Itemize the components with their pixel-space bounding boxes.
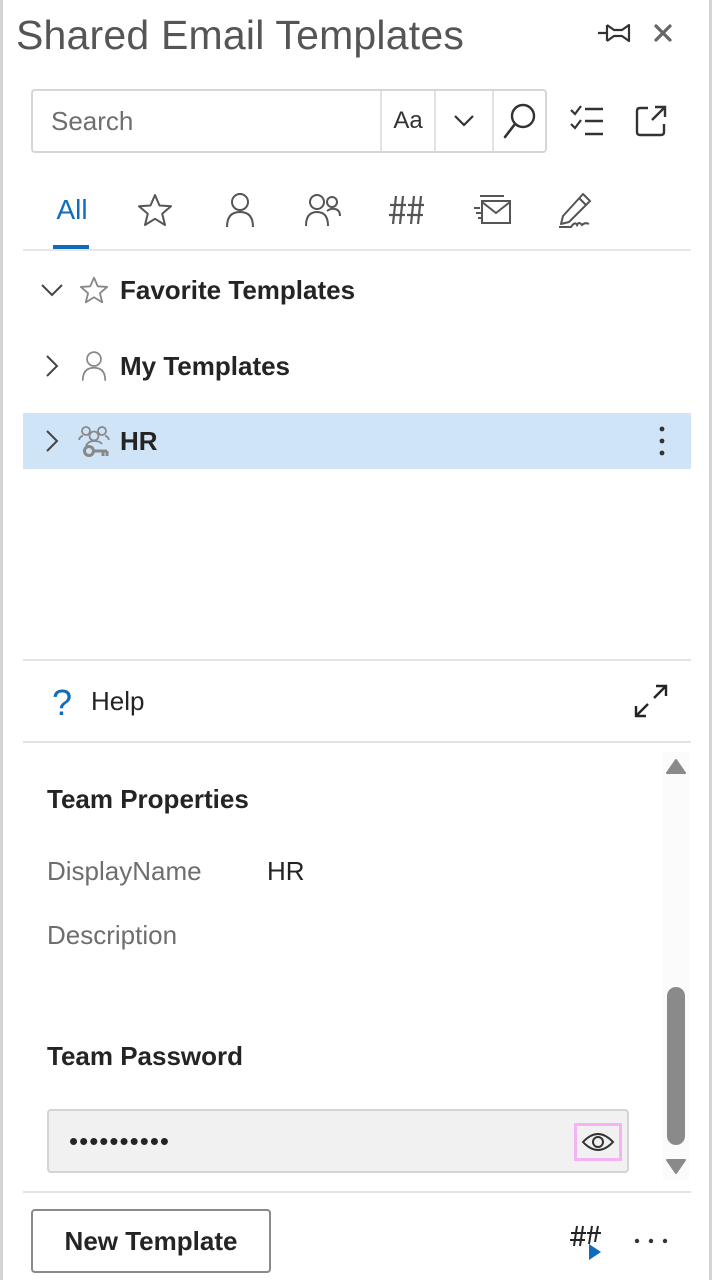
pin-icon	[598, 23, 631, 43]
displayname-label: DisplayName	[47, 856, 202, 886]
team-key-icon	[77, 424, 111, 458]
panel-left-border	[0, 0, 3, 1280]
tree-item-label: HR	[120, 425, 158, 456]
description-label: Description	[47, 920, 178, 950]
triangle-up-icon	[666, 759, 686, 774]
signature-icon	[559, 193, 591, 228]
chevron-down-icon	[41, 284, 63, 297]
panel-title: Shared Email Templates	[16, 12, 465, 58]
scroll-up-button[interactable]	[665, 758, 687, 776]
search-options-button[interactable]	[434, 91, 492, 151]
tab-macros[interactable]	[385, 182, 429, 238]
help-link[interactable]: Help	[91, 686, 144, 717]
tab-favorites[interactable]	[133, 182, 177, 238]
insert-macro-icon	[570, 1225, 601, 1260]
tab-my-templates[interactable]	[218, 182, 262, 238]
mail-send-icon	[474, 195, 511, 224]
tree-item-hr[interactable]: HR	[23, 413, 691, 469]
chevron-down-icon	[454, 115, 474, 127]
tab-all-label: All	[56, 194, 88, 225]
star-icon	[77, 273, 111, 307]
footer-divider	[23, 1191, 691, 1193]
multi-select-button[interactable]	[568, 104, 606, 138]
team-password-field[interactable]: ••••••••••	[47, 1109, 629, 1173]
chevron-right-icon	[46, 430, 59, 452]
more-horizontal-icon	[634, 1238, 668, 1244]
password-masked-value: ••••••••••	[69, 1126, 171, 1156]
tab-all[interactable]: All	[52, 182, 92, 238]
show-password-button[interactable]	[574, 1123, 622, 1161]
expand-button[interactable]	[634, 684, 668, 718]
displayname-value: HR	[267, 856, 305, 886]
close-icon	[654, 24, 672, 42]
search-icon	[503, 103, 535, 139]
expand-toggle[interactable]	[37, 426, 67, 456]
person-icon	[226, 193, 254, 228]
tab-send-templates[interactable]	[470, 182, 514, 238]
new-template-button[interactable]: New Template	[31, 1209, 271, 1273]
tab-signatures[interactable]	[554, 182, 598, 238]
search-box: Aa	[31, 89, 547, 153]
star-icon	[138, 194, 172, 226]
help-divider-bottom	[23, 741, 691, 743]
scrollbar-thumb[interactable]	[667, 987, 685, 1145]
macros-icon	[389, 195, 424, 225]
more-options-button[interactable]	[657, 425, 667, 457]
search-button[interactable]	[492, 91, 545, 151]
triangle-down-icon	[666, 1159, 686, 1174]
expand-toggle[interactable]	[37, 275, 67, 305]
tree-item-label: My Templates	[120, 350, 291, 381]
search-input[interactable]	[33, 91, 380, 151]
popout-button[interactable]	[634, 104, 668, 138]
match-case-button[interactable]: Aa	[380, 91, 434, 151]
more-vertical-icon	[659, 426, 665, 456]
insert-macro-button[interactable]	[568, 1222, 608, 1262]
team-properties-title: Team Properties	[47, 784, 249, 814]
people-icon	[305, 194, 341, 227]
expand-toggle[interactable]	[37, 351, 67, 381]
tree-item-favorite-templates[interactable]: Favorite Templates	[23, 262, 691, 318]
help-icon: ?	[52, 682, 73, 723]
eye-icon	[581, 1133, 615, 1151]
tree-item-label: Favorite Templates	[120, 274, 356, 305]
tab-teams[interactable]	[301, 182, 345, 238]
person-icon	[77, 349, 111, 383]
tabs-divider	[23, 249, 691, 251]
match-case-label: Aa	[393, 107, 423, 134]
expand-icon	[634, 684, 668, 718]
popout-icon	[635, 105, 667, 137]
more-actions-button[interactable]	[632, 1234, 670, 1248]
help-divider-top	[23, 659, 691, 661]
tree-item-my-templates[interactable]: My Templates	[23, 338, 691, 394]
scroll-down-button[interactable]	[665, 1157, 687, 1175]
checklist-icon	[570, 105, 603, 136]
team-password-title: Team Password	[47, 1041, 244, 1071]
close-button[interactable]	[650, 20, 676, 46]
chevron-right-icon	[46, 355, 59, 377]
pin-button[interactable]	[598, 20, 632, 46]
